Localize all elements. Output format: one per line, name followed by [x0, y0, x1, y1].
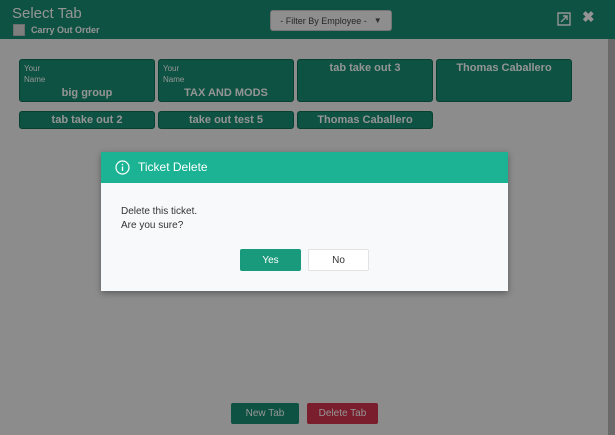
ticket-delete-dialog: Ticket Delete Delete this ticket. Are yo…: [101, 152, 508, 291]
window-edge: [608, 39, 615, 435]
dialog-message-line2: Are you sure?: [121, 220, 184, 231]
dialog-message-line1: Delete this ticket.: [121, 206, 198, 217]
yes-button[interactable]: Yes: [240, 249, 301, 271]
info-icon: [115, 160, 130, 175]
no-button[interactable]: No: [308, 249, 369, 271]
dialog-header: Ticket Delete: [101, 152, 508, 183]
dialog-title: Ticket Delete: [138, 160, 208, 174]
